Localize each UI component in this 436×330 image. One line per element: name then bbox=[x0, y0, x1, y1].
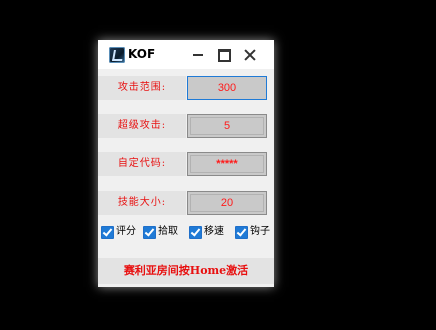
checkbox-pickup-label: 拾取 bbox=[158, 226, 178, 237]
checkbox-checked-icon[interactable] bbox=[189, 226, 202, 239]
skill-size-label: 技能大小: bbox=[98, 191, 186, 215]
attack-range-input[interactable] bbox=[187, 76, 267, 100]
minimize-icon[interactable] bbox=[187, 44, 209, 66]
checkbox-hook-label: 钩子 bbox=[250, 226, 270, 237]
kof-window: KOF 攻击范围: 超级攻击: 自定代码: 技能大小: 评分 bbox=[98, 40, 274, 287]
super-attack-input[interactable] bbox=[187, 114, 267, 138]
option-checkboxes: 评分 拾取 移速 钩子 bbox=[98, 224, 274, 242]
custom-code-row: 自定代码: bbox=[98, 152, 274, 176]
super-attack-label: 超级攻击: bbox=[98, 114, 186, 138]
checkbox-move-speed-label: 移速 bbox=[204, 226, 224, 237]
close-icon[interactable] bbox=[239, 44, 261, 66]
attack-range-label: 攻击范围: bbox=[98, 76, 186, 100]
checkbox-checked-icon[interactable] bbox=[143, 226, 156, 239]
attack-range-row: 攻击范围: bbox=[98, 76, 274, 100]
maximize-icon[interactable] bbox=[213, 44, 235, 66]
skill-size-input[interactable] bbox=[187, 191, 267, 215]
custom-code-input[interactable] bbox=[187, 152, 267, 176]
checkbox-checked-icon[interactable] bbox=[101, 226, 114, 239]
activation-hint: 赛利亚房间按Home激活 bbox=[98, 258, 274, 284]
custom-code-label: 自定代码: bbox=[98, 152, 186, 176]
app-icon bbox=[109, 47, 125, 63]
title-bar[interactable]: KOF bbox=[98, 40, 274, 69]
desktop-background: KOF 攻击范围: 超级攻击: 自定代码: 技能大小: 评分 bbox=[0, 0, 436, 330]
checkbox-score-label: 评分 bbox=[116, 226, 136, 237]
window-title: KOF bbox=[128, 47, 156, 61]
super-attack-row: 超级攻击: bbox=[98, 114, 274, 138]
skill-size-row: 技能大小: bbox=[98, 191, 274, 215]
checkbox-checked-icon[interactable] bbox=[235, 226, 248, 239]
